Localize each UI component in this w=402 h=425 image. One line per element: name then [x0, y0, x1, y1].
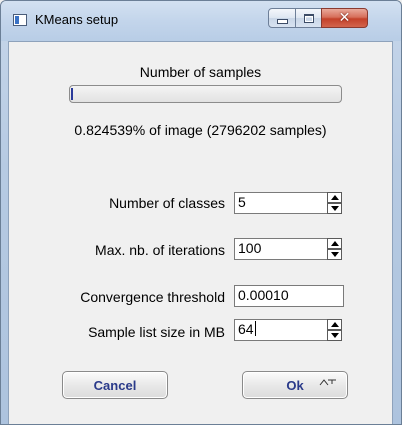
samples-heading: Number of samples [139, 64, 262, 80]
minimize-button[interactable] [268, 8, 296, 28]
max-iterations-input[interactable]: 100 [234, 238, 328, 260]
minimize-icon [269, 9, 295, 27]
spin-up-icon [331, 322, 339, 327]
sample-list-size-input[interactable]: 64 [234, 319, 328, 341]
num-classes-label: Number of classes [109, 195, 225, 211]
samples-info: 0.824539% of image (2796202 samples) [74, 122, 327, 138]
num-classes-decrement[interactable] [327, 203, 342, 214]
window-title: KMeans setup [35, 12, 119, 27]
kmeans-setup-window: KMeans setup ✕ Number of samples 0.82453… [0, 0, 402, 425]
num-classes-input[interactable]: 5 [234, 192, 328, 214]
sample-list-size-decrement[interactable] [327, 330, 342, 341]
title-bar[interactable]: KMeans setup ✕ [1, 1, 401, 41]
spin-up-icon [331, 195, 339, 200]
app-icon [13, 14, 27, 26]
num-classes-increment[interactable] [327, 192, 342, 203]
ok-button[interactable]: Ok [242, 371, 348, 399]
progress-fill [71, 88, 73, 100]
resize-grip-icon [319, 379, 336, 386]
ok-label: Ok [286, 377, 304, 393]
spin-down-icon [331, 252, 339, 257]
sample-list-size-spinner[interactable] [327, 319, 342, 341]
convergence-threshold-label: Convergence threshold [80, 289, 225, 305]
text-caret [254, 321, 256, 336]
max-iterations-label: Max. nb. of iterations [95, 242, 225, 258]
close-icon: ✕ [338, 10, 351, 26]
convergence-threshold-input[interactable]: 0.00010 [234, 285, 344, 307]
dialog-body: Number of samples 0.824539% of image (27… [8, 41, 393, 424]
max-iterations-spinner[interactable] [327, 238, 342, 260]
spin-down-icon [331, 333, 339, 338]
num-classes-spinner[interactable] [327, 192, 342, 214]
sample-list-size-label: Sample list size in MB [88, 324, 225, 340]
maximize-button[interactable] [295, 8, 322, 28]
sample-list-size-increment[interactable] [327, 319, 342, 330]
samples-progress-bar [69, 85, 342, 103]
cancel-button[interactable]: Cancel [62, 371, 168, 399]
close-button[interactable]: ✕ [321, 8, 368, 28]
max-iterations-decrement[interactable] [327, 249, 342, 260]
spin-down-icon [331, 206, 339, 211]
spin-up-icon [331, 241, 339, 246]
max-iterations-increment[interactable] [327, 238, 342, 249]
maximize-icon [296, 9, 321, 27]
